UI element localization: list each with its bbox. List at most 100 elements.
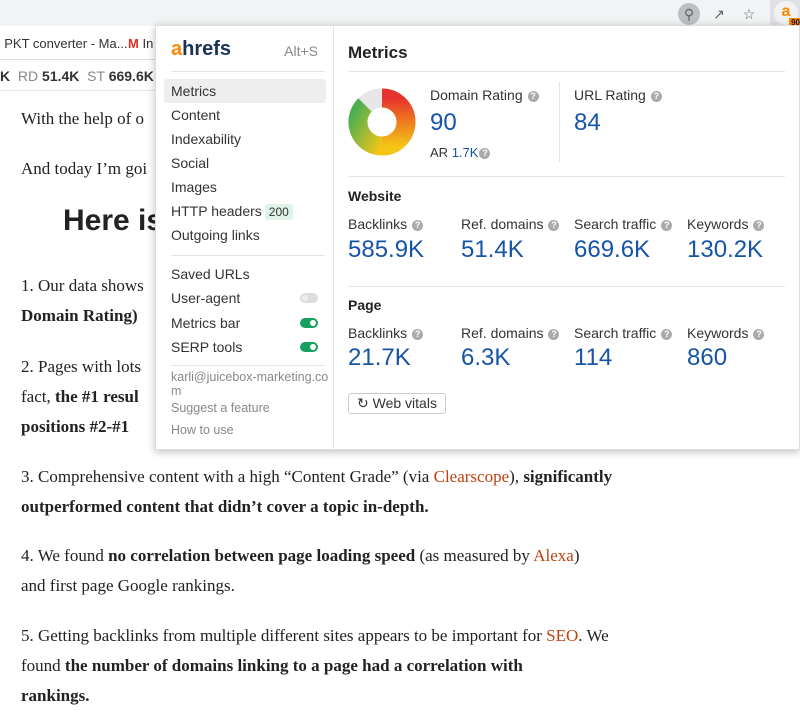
- panel-title: Metrics: [348, 43, 408, 62]
- website-metric-label: Ref. domains?: [461, 216, 560, 232]
- bold-text: no correlation between page loading spee…: [108, 546, 416, 565]
- ahrefs-popup: ahrefs Alt+S Metrics Content Indexabilit…: [155, 25, 800, 450]
- label-text: Backlinks: [348, 325, 408, 341]
- section-page: Page: [348, 297, 382, 313]
- divider: [348, 176, 785, 177]
- page-metric-value: 860: [687, 344, 728, 371]
- website-metric-value: 130.2K: [687, 236, 764, 263]
- domain-rating-donut: [348, 88, 416, 156]
- label-text: Keywords: [687, 216, 749, 232]
- bold-text: the number of domains linking to a page …: [64, 656, 523, 675]
- account-email: karli@juicebox-marketing.com: [171, 370, 329, 398]
- help-icon[interactable]: ?: [479, 148, 491, 159]
- alexa-link[interactable]: Alexa: [533, 546, 574, 565]
- rd-label: RD: [17, 68, 39, 84]
- label-text: Ref. domains: [461, 216, 544, 232]
- divider: [171, 255, 325, 256]
- help-icon[interactable]: ?: [661, 329, 673, 340]
- star-icon[interactable]: ☆: [738, 3, 760, 25]
- bold-text: significantly: [523, 467, 613, 486]
- seo-link[interactable]: SEO: [546, 626, 578, 645]
- gmail-icon: M: [128, 36, 139, 51]
- website-metric-value: 669.6K: [574, 236, 651, 263]
- address-bar[interactable]: [0, 0, 770, 26]
- url-rating-label: URL Rating?: [574, 87, 662, 103]
- divider: [348, 71, 785, 72]
- menu-item-user-agent[interactable]: User-agent: [164, 286, 326, 310]
- bookmark-label: PKT converter - Ma...: [4, 36, 128, 51]
- text: fact,: [21, 387, 55, 406]
- menu-item-indexability[interactable]: Indexability: [164, 127, 326, 151]
- paragraph: positions #2-#1: [21, 417, 130, 436]
- help-icon[interactable]: ?: [753, 220, 765, 231]
- user-agent-toggle[interactable]: [300, 293, 318, 303]
- menu-item-serp-tools[interactable]: SERP tools: [164, 335, 326, 359]
- menu-item-content[interactable]: Content: [164, 103, 326, 127]
- ar-label: AR: [430, 145, 449, 160]
- help-icon[interactable]: ?: [412, 220, 424, 231]
- paragraph: 2. Pages with lots: [21, 357, 141, 376]
- bold-text: the #1 resul: [54, 387, 139, 406]
- bookmark-pkt-converter[interactable]: ▪ PKT converter - Ma...: [0, 36, 128, 51]
- help-icon[interactable]: ?: [661, 220, 673, 231]
- menu-item-images[interactable]: Images: [164, 175, 326, 199]
- how-to-use-link[interactable]: How to use: [171, 423, 331, 437]
- website-metric-label: Search traffic?: [574, 216, 673, 232]
- section-website: Website: [348, 188, 402, 204]
- help-icon[interactable]: ?: [412, 329, 424, 340]
- paragraph: and first page Google rankings.: [21, 576, 235, 595]
- help-icon[interactable]: ?: [753, 329, 765, 340]
- help-icon[interactable]: ?: [548, 220, 560, 231]
- ar-value: 1.7K: [451, 145, 479, 160]
- paragraph: outperformed content that didn’t cover a…: [21, 497, 429, 516]
- menu-item-http-headers[interactable]: HTTP headers 200: [164, 199, 326, 223]
- website-metric-value: 51.4K: [461, 236, 524, 263]
- page-metric-label: Backlinks?: [348, 325, 424, 341]
- page-metric-label: Ref. domains?: [461, 325, 560, 341]
- refresh-icon: ↻: [357, 395, 369, 411]
- menu-item-social[interactable]: Social: [164, 151, 326, 175]
- text: ),: [509, 467, 524, 486]
- bookmark-gmail[interactable]: M In: [128, 36, 153, 51]
- web-vitals-button[interactable]: ↻ Web vitals: [348, 393, 446, 414]
- help-icon[interactable]: ?: [548, 329, 560, 340]
- page-metric-value: 21.7K: [348, 344, 411, 371]
- help-icon[interactable]: ?: [527, 91, 539, 102]
- menu-item-metrics-bar[interactable]: Metrics bar: [164, 311, 326, 335]
- text: found: [21, 656, 65, 675]
- label-text: Domain Rating: [430, 87, 523, 103]
- page-metric-label: Keywords?: [687, 325, 765, 341]
- doc-icon: ▪: [0, 36, 1, 51]
- clearscope-link[interactable]: Clearscope: [434, 467, 510, 486]
- status-badge: 200: [264, 204, 293, 220]
- metrics-bar-toggle[interactable]: [300, 318, 318, 328]
- menu-item-metrics[interactable]: Metrics: [164, 79, 326, 103]
- share-icon[interactable]: ↗: [708, 3, 730, 25]
- ahrefs-rank: AR 1.7K?: [430, 145, 491, 160]
- menu-label: Metrics bar: [171, 315, 241, 331]
- label-text: Search traffic: [574, 216, 657, 232]
- shortcut-hint: Alt+S: [284, 43, 318, 59]
- website-metric-value: 585.9K: [348, 236, 425, 263]
- menu-label: SERP tools: [171, 339, 243, 355]
- menu-item-outgoing-links[interactable]: Outgoing links: [164, 223, 326, 247]
- label-text: Backlinks: [348, 216, 408, 232]
- label-text: Search traffic: [574, 325, 657, 341]
- metrics-panel: Metrics Domain Rating? 90 AR 1.7K? URL R…: [334, 26, 799, 449]
- label-text: URL Rating: [574, 87, 646, 103]
- rd-value: 51.4K: [42, 68, 80, 84]
- ahrefs-logo: ahrefs: [171, 38, 232, 60]
- paragraph: rankings.: [21, 686, 90, 705]
- menu-label: HTTP headers: [171, 203, 262, 219]
- ahrefs-extension-button[interactable]: a 90: [774, 1, 800, 27]
- help-icon[interactable]: ?: [650, 91, 662, 102]
- label-text: Ref. domains: [461, 325, 544, 341]
- menu-item-saved-urls[interactable]: Saved URLs: [164, 262, 326, 286]
- divider: [171, 71, 325, 72]
- metric-fragment: K: [0, 68, 11, 84]
- text: 5. Getting backlinks from multiple diffe…: [21, 626, 547, 645]
- search-extension-icon[interactable]: ⚲: [678, 3, 700, 25]
- suggest-feature-link[interactable]: Suggest a feature: [171, 401, 331, 415]
- serp-tools-toggle[interactable]: [300, 342, 318, 352]
- domain-rating-label: Domain Rating?: [430, 87, 539, 103]
